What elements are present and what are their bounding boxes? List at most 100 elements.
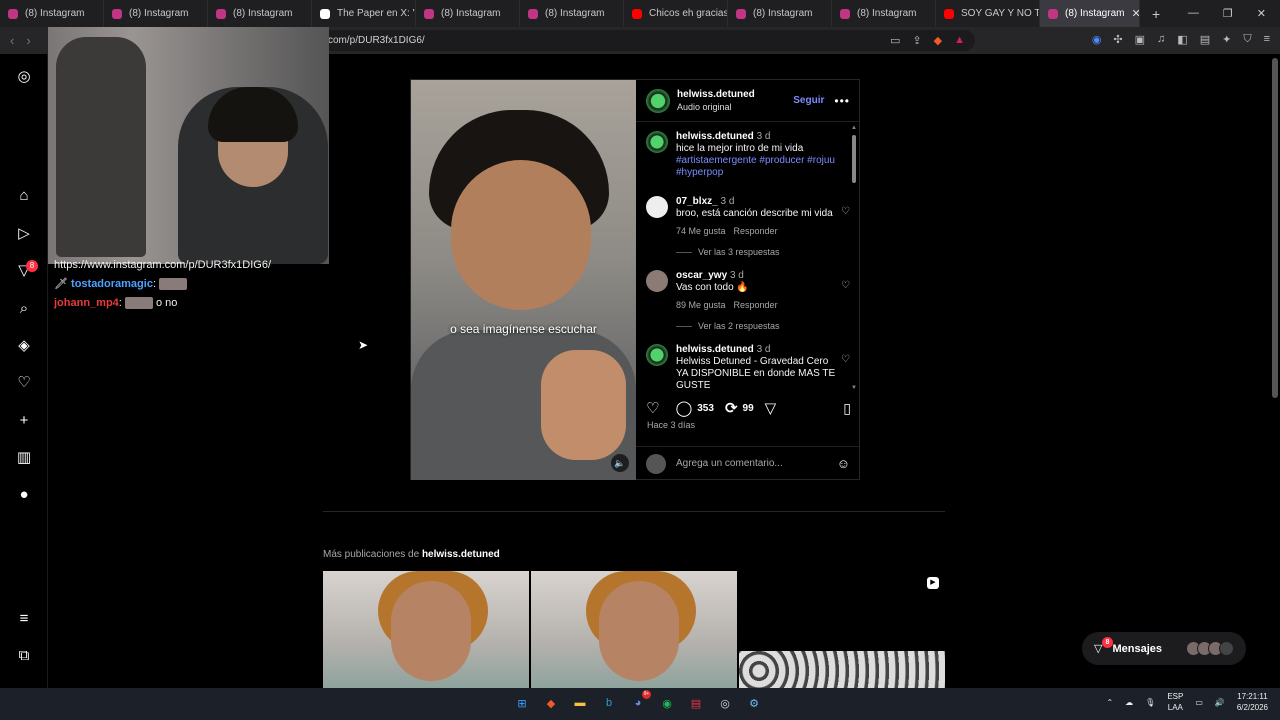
browser-tab[interactable]: (8) Instagram bbox=[520, 0, 624, 27]
discord-icon[interactable]: ◕ 9+ bbox=[628, 690, 651, 713]
browser-tab[interactable]: The Paper en X: "htt bbox=[312, 0, 416, 27]
like-comment-icon[interactable]: ♡ bbox=[841, 354, 850, 366]
audio-label[interactable]: Audio original bbox=[677, 101, 755, 113]
view-replies[interactable]: Ver las 3 respuestas bbox=[676, 247, 780, 257]
like-icon[interactable]: ♡ bbox=[646, 399, 659, 417]
comment-likes[interactable]: 89 Me gusta bbox=[676, 300, 726, 310]
comment-avatar[interactable] bbox=[646, 131, 668, 153]
reply-button[interactable]: Responder bbox=[734, 226, 778, 236]
sidebar-icon[interactable]: ◧ bbox=[1177, 33, 1187, 46]
restore-icon[interactable]: ❐ bbox=[1223, 7, 1233, 20]
instagram-logo-icon[interactable]: ◎ bbox=[15, 68, 33, 86]
post-thumbnail[interactable] bbox=[531, 571, 737, 688]
back-icon[interactable]: ‹ bbox=[10, 33, 14, 48]
reply-button[interactable]: Responder bbox=[734, 300, 778, 310]
brave-rewards-icon[interactable]: ▲ bbox=[954, 34, 965, 47]
messages-button[interactable]: ▽ 8 Mensajes bbox=[1082, 632, 1246, 665]
screenshot-icon[interactable]: ▣ bbox=[1135, 33, 1145, 46]
comment-icon[interactable]: ◯ bbox=[675, 399, 692, 417]
more-posts-username[interactable]: helwiss.detuned bbox=[422, 549, 500, 560]
language-indicator[interactable]: ESP LAA bbox=[1167, 691, 1183, 713]
browser-tab[interactable]: Chicos eh gracias a bbox=[624, 0, 728, 27]
comment-likes[interactable]: 74 Me gusta bbox=[676, 226, 726, 236]
onedrive-icon[interactable]: ☁ bbox=[1125, 698, 1133, 707]
minimize-icon[interactable]: — bbox=[1188, 7, 1199, 20]
microphone-icon[interactable]: 🎙 bbox=[1145, 698, 1155, 707]
puzzle-icon[interactable]: ✣ bbox=[1113, 33, 1122, 46]
also-from-meta-icon[interactable]: ⧉ bbox=[15, 647, 33, 665]
comment-username[interactable]: helwiss.detuned bbox=[676, 344, 754, 355]
comments-scrollbar[interactable]: ▲ ▼ bbox=[851, 125, 857, 391]
create-icon[interactable]: + bbox=[15, 412, 33, 430]
post-thumbnail[interactable]: ▶ bbox=[739, 571, 945, 688]
repost-icon[interactable]: ⟳ bbox=[725, 399, 738, 417]
music-icon[interactable]: ♫ bbox=[1157, 33, 1165, 46]
author-avatar[interactable] bbox=[646, 88, 670, 113]
browser-tab[interactable]: (8) Instagram bbox=[208, 0, 312, 27]
browser-tab[interactable]: SOY GAY Y NO TIEN bbox=[936, 0, 1040, 27]
post-video[interactable]: o sea imagínense escuchar 🔈 bbox=[411, 80, 636, 480]
new-tab-icon[interactable]: + bbox=[1152, 6, 1160, 22]
browser-tab[interactable]: (8) Instagram bbox=[0, 0, 104, 27]
profile-avatar-icon[interactable]: ● bbox=[15, 486, 33, 504]
more-menu-icon[interactable]: ≡ bbox=[15, 610, 33, 628]
comment-avatar[interactable] bbox=[646, 196, 668, 218]
bookmark-icon[interactable]: ▯ bbox=[843, 400, 851, 417]
comment-hashtags[interactable]: #artistaemergente #producer #rojuu #hype… bbox=[676, 155, 835, 178]
browser-tab[interactable]: (8) Instagram bbox=[416, 0, 520, 27]
clock[interactable]: 17:21:11 6/2/2026 bbox=[1237, 691, 1268, 713]
network-icon[interactable]: ▭ bbox=[1195, 698, 1203, 707]
add-comment-input[interactable]: Agrega un comentario... bbox=[676, 458, 783, 469]
comment-avatar[interactable] bbox=[646, 344, 668, 366]
file-explorer-icon[interactable]: ▬ bbox=[570, 693, 590, 713]
browser-tab[interactable]: (8) Instagram bbox=[104, 0, 208, 27]
obs-icon[interactable]: ◎ bbox=[715, 693, 735, 713]
address-bar[interactable]: com/p/DUR3fx1DIG6/ ▭ ⇪ ◆ ▲ bbox=[320, 30, 975, 51]
leo-icon[interactable]: ✦ bbox=[1222, 33, 1231, 46]
emoji-icon[interactable]: ☺ bbox=[837, 456, 850, 471]
brave-icon[interactable]: ◆ bbox=[541, 693, 561, 713]
comment-username[interactable]: 07_blxz_ bbox=[676, 196, 718, 207]
brave-shield-icon[interactable]: ◆ bbox=[934, 34, 942, 47]
comment-username[interactable]: helwiss.detuned bbox=[676, 131, 754, 142]
more-options-icon[interactable]: ••• bbox=[834, 94, 850, 108]
browser-tab[interactable]: (8) Instagram bbox=[728, 0, 832, 27]
scroll-up-icon[interactable]: ▲ bbox=[851, 125, 857, 131]
menu-icon[interactable]: ≡ bbox=[1264, 33, 1270, 46]
scroll-thumb[interactable] bbox=[852, 135, 856, 183]
share-icon[interactable]: ⇪ bbox=[912, 34, 921, 47]
post-thumbnail[interactable] bbox=[323, 571, 529, 688]
search-icon[interactable]: ⌕ bbox=[15, 300, 33, 318]
start-icon[interactable]: ⊞ bbox=[512, 693, 532, 713]
explore-icon[interactable]: ◈ bbox=[15, 337, 33, 355]
comment-avatar[interactable] bbox=[646, 270, 668, 292]
reels-icon[interactable]: ▷ bbox=[15, 225, 33, 243]
vpn-icon[interactable]: ⛉ bbox=[1243, 33, 1251, 46]
browser-tab-active[interactable]: (8) Instagram ✕ bbox=[1040, 0, 1140, 27]
wallet-icon[interactable]: ▤ bbox=[1200, 33, 1210, 46]
page-scrollbar[interactable] bbox=[1272, 58, 1278, 398]
bing-icon[interactable]: b bbox=[599, 693, 619, 713]
cast-icon[interactable]: ▭ bbox=[890, 34, 900, 47]
like-comment-icon[interactable]: ♡ bbox=[841, 280, 850, 292]
view-replies[interactable]: Ver las 2 respuestas bbox=[676, 321, 780, 331]
notifications-heart-icon[interactable]: ♡ bbox=[15, 374, 33, 392]
close-window-icon[interactable]: ✕ bbox=[1257, 7, 1266, 20]
browser-tab[interactable]: (8) Instagram bbox=[832, 0, 936, 27]
forward-icon[interactable]: › bbox=[26, 33, 30, 48]
share-post-icon[interactable]: ▽ bbox=[765, 399, 777, 417]
audio-icon[interactable]: ◉ bbox=[1092, 33, 1102, 46]
scroll-down-icon[interactable]: ▼ bbox=[851, 385, 857, 391]
close-tab-icon[interactable]: ✕ bbox=[1131, 7, 1139, 20]
home-icon[interactable]: ⌂ bbox=[15, 187, 33, 205]
steam-icon[interactable]: ⚙ bbox=[744, 693, 764, 713]
follow-button[interactable]: Seguir bbox=[793, 95, 824, 106]
like-comment-icon[interactable]: ♡ bbox=[841, 206, 850, 218]
tray-chevron-icon[interactable]: ⌃ bbox=[1106, 698, 1113, 707]
volume-icon[interactable]: 🔈 bbox=[611, 454, 629, 472]
obs-recorder-icon[interactable]: ▤ bbox=[686, 693, 706, 713]
volume-tray-icon[interactable]: 🔊 bbox=[1215, 698, 1225, 707]
spotify-icon[interactable]: ◉ bbox=[657, 693, 677, 713]
author-username[interactable]: helwiss.detuned bbox=[677, 89, 755, 101]
dashboard-icon[interactable]: ▥ bbox=[15, 449, 33, 467]
